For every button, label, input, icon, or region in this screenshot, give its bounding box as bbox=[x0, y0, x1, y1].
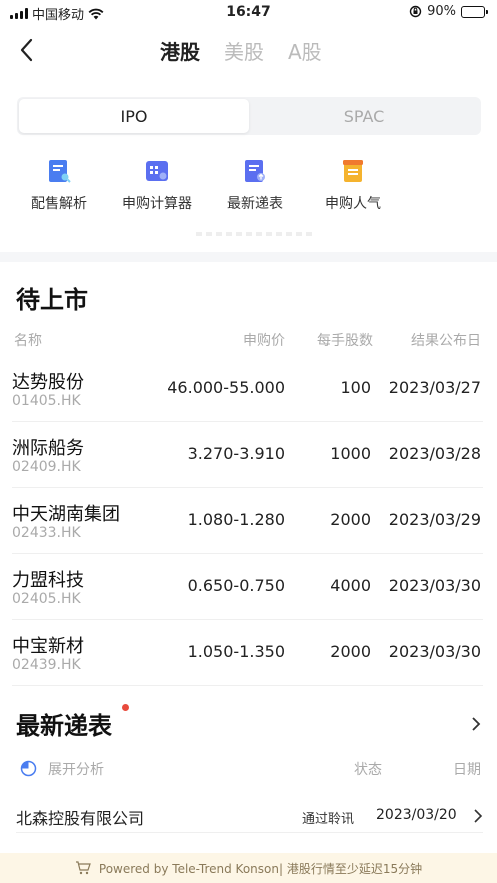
subscription-price: 1.080-1.280 bbox=[187, 510, 285, 529]
cart-icon bbox=[75, 861, 91, 875]
table-row[interactable]: 洲际船务 02409.HK 3.270-3.910 1000 2023/03/2… bbox=[12, 422, 483, 488]
stock-name: 中天湖南集团 bbox=[12, 504, 120, 525]
tool-label: 申购计算器 bbox=[122, 196, 192, 212]
result-date: 2023/03/30 bbox=[388, 576, 481, 595]
ipo-spac-segment: IPO SPAC bbox=[17, 97, 481, 135]
header-date: 结果公布日 bbox=[411, 333, 481, 349]
doc-search-icon bbox=[49, 160, 71, 183]
tool-label: 配售解析 bbox=[31, 196, 87, 212]
tool-latest-filings[interactable]: 最新递表 bbox=[206, 158, 304, 213]
tool-shortcuts: 配售解析 申购计算器 最新递表 申购人气 bbox=[10, 158, 402, 213]
header-lot: 每手股数 bbox=[317, 333, 373, 349]
filings-title[interactable]: 最新递表 bbox=[16, 706, 112, 741]
nav-bar: 港股 美股 A股 bbox=[0, 30, 497, 72]
data-source-footer: Powered by Tele-Trend Konson| 港股行情至少延迟15… bbox=[0, 853, 497, 883]
calculator-icon bbox=[146, 161, 168, 181]
lot-size: 4000 bbox=[330, 576, 371, 595]
doc-upload-icon bbox=[245, 160, 265, 182]
footer-text: Powered by Tele-Trend Konson| 港股行情至少延迟15… bbox=[98, 861, 423, 876]
filings-subheader: 展开分析 状态 日期 bbox=[20, 758, 481, 780]
result-date: 2023/03/29 bbox=[388, 510, 481, 529]
stock-name: 中宝新材 bbox=[12, 636, 84, 657]
market-tabs: 港股 美股 A股 bbox=[160, 36, 322, 65]
table-row[interactable]: 中天湖南集团 02433.HK 1.080-1.280 2000 2023/03… bbox=[12, 488, 483, 554]
result-date: 2023/03/28 bbox=[388, 444, 481, 463]
result-date: 2023/03/30 bbox=[388, 642, 481, 661]
lot-size: 1000 bbox=[330, 444, 371, 463]
fire-doc-icon bbox=[343, 160, 363, 182]
tool-placement-analysis[interactable]: 配售解析 bbox=[10, 158, 108, 213]
back-arrow-icon[interactable] bbox=[16, 36, 40, 64]
table-row[interactable]: 力盟科技 02405.HK 0.650-0.750 4000 2023/03/3… bbox=[12, 554, 483, 620]
stock-code: 02439.HK bbox=[12, 657, 81, 673]
lot-size: 2000 bbox=[330, 510, 371, 529]
pending-table-header: 名称 申购价 每手股数 结果公布日 bbox=[14, 330, 481, 350]
list-item[interactable]: 北森控股有限公司 通过聆讯 2023/03/20 bbox=[16, 797, 483, 833]
new-badge-dot bbox=[122, 704, 129, 711]
header-name: 名称 bbox=[14, 333, 42, 349]
tool-subscription-popularity[interactable]: 申购人气 bbox=[304, 158, 402, 213]
status-bar: 中国移动 16:47 90% bbox=[0, 0, 497, 26]
tab-a-share[interactable]: A股 bbox=[288, 36, 322, 65]
stock-code: 01405.HK bbox=[12, 393, 81, 409]
tool-subscription-calculator[interactable]: 申购计算器 bbox=[108, 158, 206, 213]
stock-name: 力盟科技 bbox=[12, 570, 84, 591]
lot-size: 2000 bbox=[330, 642, 371, 661]
stock-name: 达势股份 bbox=[12, 372, 84, 393]
header-price: 申购价 bbox=[243, 333, 285, 349]
filing-date: 2023/03/20 bbox=[376, 807, 457, 823]
battery-icon bbox=[461, 5, 488, 18]
tool-label: 申购人气 bbox=[325, 196, 381, 212]
table-row[interactable]: 中宝新材 02439.HK 1.050-1.350 2000 2023/03/3… bbox=[12, 620, 483, 686]
pending-table: 达势股份 01405.HK 46.000-55.000 100 2023/03/… bbox=[12, 356, 483, 686]
orientation-lock-icon bbox=[409, 5, 422, 18]
lot-size: 100 bbox=[340, 378, 371, 397]
table-row[interactable]: 达势股份 01405.HK 46.000-55.000 100 2023/03/… bbox=[12, 356, 483, 422]
battery-percent: 90% bbox=[427, 4, 456, 19]
company-name: 北森控股有限公司 bbox=[16, 809, 145, 828]
filing-status: 通过聆讯 bbox=[302, 812, 355, 827]
stock-code: 02409.HK bbox=[12, 459, 81, 475]
header-date: 日期 bbox=[453, 762, 481, 778]
subscription-price: 46.000-55.000 bbox=[167, 378, 285, 397]
status-right: 90% bbox=[409, 4, 488, 19]
stock-name: 洲际船务 bbox=[12, 438, 84, 459]
tool-label: 最新递表 bbox=[227, 196, 283, 212]
chevron-right-icon bbox=[474, 809, 483, 823]
subscription-price: 0.650-0.750 bbox=[187, 576, 285, 595]
pie-chart-icon[interactable] bbox=[20, 760, 37, 777]
chevron-right-icon[interactable] bbox=[471, 717, 481, 731]
result-date: 2023/03/27 bbox=[388, 378, 481, 397]
tab-hk[interactable]: 港股 bbox=[160, 36, 200, 65]
stock-code: 02405.HK bbox=[12, 591, 81, 607]
segment-ipo[interactable]: IPO bbox=[19, 99, 249, 133]
carousel-indicator bbox=[196, 232, 312, 236]
pending-title: 待上市 bbox=[16, 286, 88, 314]
segment-spac[interactable]: SPAC bbox=[249, 99, 479, 133]
tab-us[interactable]: 美股 bbox=[224, 36, 264, 65]
subscription-price: 1.050-1.350 bbox=[187, 642, 285, 661]
header-status: 状态 bbox=[354, 762, 382, 778]
expand-analysis-link[interactable]: 展开分析 bbox=[48, 759, 104, 779]
stock-code: 02433.HK bbox=[12, 525, 81, 541]
section-divider bbox=[0, 252, 497, 262]
subscription-price: 3.270-3.910 bbox=[187, 444, 285, 463]
